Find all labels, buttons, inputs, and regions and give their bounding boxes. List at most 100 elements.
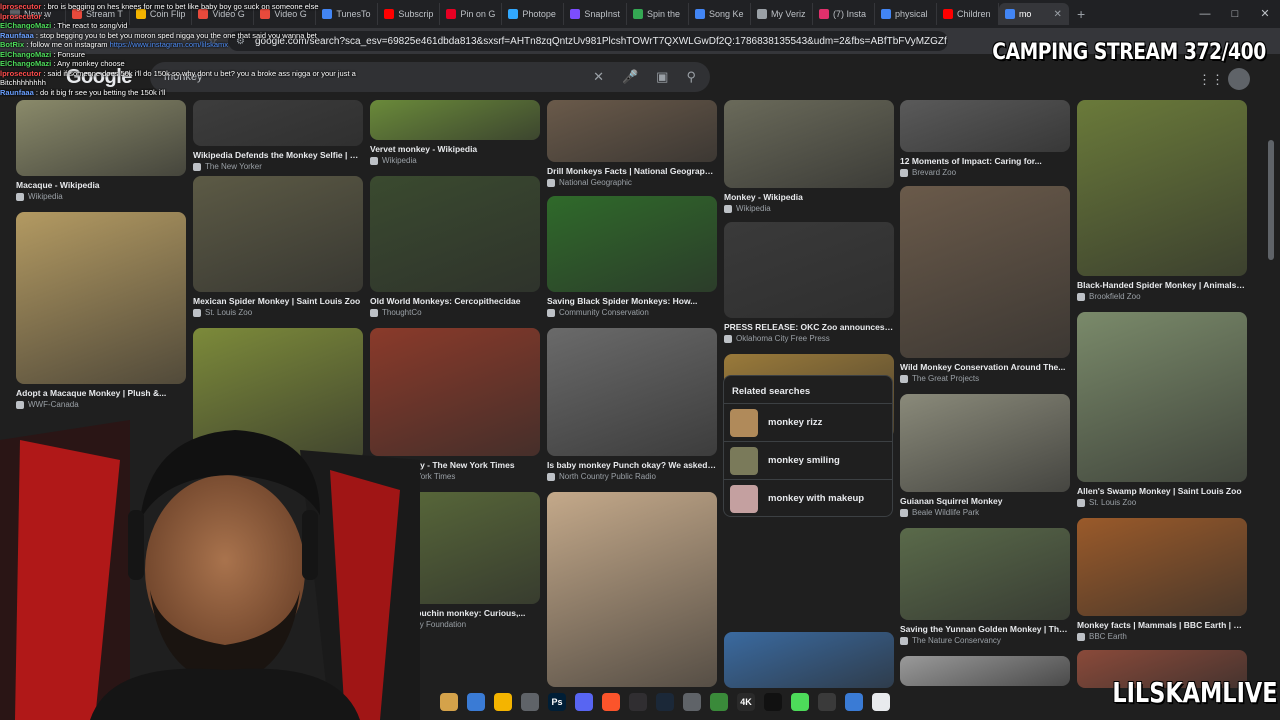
image-result[interactable] bbox=[900, 656, 1070, 686]
image-result[interactable]: Vervet monkey - Wikipedia Wikipedia bbox=[370, 100, 540, 165]
result-title[interactable]: Wild Monkey Conservation Around The... bbox=[900, 362, 1070, 372]
result-source[interactable]: Brevard Zoo bbox=[900, 168, 1070, 177]
scrollbar[interactable] bbox=[1268, 100, 1274, 690]
browser-tab[interactable]: Coin Flip bbox=[130, 3, 193, 25]
browser-tab[interactable]: Pin on G bbox=[440, 3, 503, 25]
result-thumbnail[interactable] bbox=[193, 100, 363, 146]
result-source[interactable]: ThoughtCo bbox=[370, 308, 540, 317]
result-source[interactable]: The Great Projects bbox=[900, 374, 1070, 383]
mic-icon[interactable]: 🎤 bbox=[622, 69, 638, 85]
result-title[interactable]: Vervet monkey - Wikipedia bbox=[370, 144, 540, 154]
result-source[interactable]: St. Louis Zoo bbox=[193, 308, 363, 317]
result-thumbnail[interactable] bbox=[724, 100, 894, 188]
result-title[interactable]: Guianan Squirrel Monkey bbox=[900, 496, 1070, 506]
result-thumbnail[interactable] bbox=[370, 100, 540, 140]
explorer-icon[interactable] bbox=[494, 693, 512, 711]
related-search-item[interactable]: monkey rizz bbox=[724, 403, 892, 441]
result-title[interactable]: Is baby monkey Punch okay? We asked an..… bbox=[547, 460, 717, 470]
image-result[interactable]: Wild Monkey Conservation Around The... Th… bbox=[900, 186, 1070, 383]
photoshop-icon[interactable]: Ps bbox=[548, 693, 566, 711]
result-thumbnail[interactable] bbox=[900, 394, 1070, 492]
browser-tab[interactable]: physical bbox=[875, 3, 937, 25]
result-title[interactable]: Monkey facts | Mammals | BBC Earth | BB.… bbox=[1077, 620, 1247, 630]
green-icon[interactable] bbox=[791, 693, 809, 711]
result-thumbnail[interactable] bbox=[900, 528, 1070, 620]
avatar[interactable] bbox=[1228, 68, 1250, 90]
result-title[interactable]: Drill Monkeys Facts | National Geographi… bbox=[547, 166, 717, 176]
result-thumbnail[interactable] bbox=[547, 492, 717, 687]
image-result[interactable]: Is baby monkey Punch okay? We asked an..… bbox=[547, 328, 717, 481]
result-title[interactable]: Macaque - Wikipedia bbox=[16, 180, 186, 190]
copilot-icon[interactable] bbox=[467, 693, 485, 711]
google-logo[interactable]: Google bbox=[66, 66, 132, 89]
image-result[interactable]: Allen's Swamp Monkey | Saint Louis Zoo St… bbox=[1077, 312, 1247, 507]
result-thumbnail[interactable] bbox=[16, 100, 186, 176]
result-title[interactable]: Black-Handed Spider Monkey | Animals at.… bbox=[1077, 280, 1247, 290]
close-window-icon[interactable]: ✕ bbox=[1250, 0, 1280, 28]
result-title[interactable]: 12 Moments of Impact: Caring for... bbox=[900, 156, 1070, 166]
notes-icon[interactable] bbox=[818, 693, 836, 711]
result-title[interactable]: Adopt a Macaque Monkey | Plush &... bbox=[16, 388, 186, 398]
folder-icon[interactable] bbox=[440, 693, 458, 711]
calculator-icon[interactable] bbox=[521, 693, 539, 711]
image-result[interactable]: Old World Monkeys: Cercopithecidae Though… bbox=[370, 176, 540, 317]
result-source[interactable]: Wikipedia bbox=[16, 192, 186, 201]
browser-tab[interactable]: My Veriz bbox=[751, 3, 813, 25]
doc-icon[interactable] bbox=[872, 693, 890, 711]
result-title[interactable]: Saving Black Spider Monkeys: How... bbox=[547, 296, 717, 306]
result-thumbnail[interactable] bbox=[900, 656, 1070, 686]
result-thumbnail[interactable] bbox=[370, 176, 540, 292]
search-input[interactable]: monkey ✕ 🎤 ▣ ⚲ bbox=[150, 62, 710, 92]
image-result[interactable]: Wikipedia Defends the Monkey Selfie | Th… bbox=[193, 100, 363, 171]
result-thumbnail[interactable] bbox=[547, 328, 717, 456]
chat-icon[interactable] bbox=[683, 693, 701, 711]
image-result[interactable]: Saving the Yunnan Golden Monkey | The...… bbox=[900, 528, 1070, 645]
result-source[interactable]: The Nature Conservancy bbox=[900, 636, 1070, 645]
related-search-item[interactable]: monkey with makeup bbox=[724, 479, 892, 517]
browser-tab[interactable]: mo ✕ bbox=[998, 3, 1069, 25]
result-source[interactable]: WWF-Canada bbox=[16, 400, 186, 409]
result-title[interactable]: Allen's Swamp Monkey | Saint Louis Zoo bbox=[1077, 486, 1247, 496]
browser-tab[interactable]: Subscrip bbox=[378, 3, 441, 25]
browser-tab[interactable]: Spin the bbox=[627, 3, 689, 25]
image-result[interactable]: Macaque - Wikipedia Wikipedia bbox=[16, 100, 186, 201]
capcut-icon[interactable] bbox=[764, 693, 782, 711]
result-source[interactable]: Oklahoma City Free Press bbox=[724, 334, 894, 343]
browser-tab[interactable]: Video G bbox=[192, 3, 255, 25]
4k-icon[interactable]: 4K bbox=[737, 693, 755, 711]
result-source[interactable]: Wikipedia bbox=[370, 156, 540, 165]
result-title[interactable]: Old World Monkeys: Cercopithecidae bbox=[370, 296, 540, 306]
result-thumbnail[interactable] bbox=[547, 100, 717, 162]
minimize-icon[interactable]: — bbox=[1190, 0, 1220, 28]
star-icon[interactable]: ☆ bbox=[208, 34, 218, 47]
result-thumbnail[interactable] bbox=[900, 100, 1070, 152]
result-thumbnail[interactable] bbox=[1077, 518, 1247, 616]
camera-icon[interactable]: ▣ bbox=[656, 69, 668, 85]
browser-tab[interactable]: Song Ke bbox=[689, 3, 751, 25]
tune-icon[interactable]: ⚙ bbox=[236, 36, 245, 47]
result-source[interactable]: National Geographic bbox=[547, 178, 717, 187]
result-thumbnail[interactable] bbox=[900, 186, 1070, 358]
browser-tab[interactable]: Video G bbox=[254, 3, 317, 25]
result-thumbnail[interactable] bbox=[1077, 312, 1247, 482]
app-icon[interactable] bbox=[710, 693, 728, 711]
result-source[interactable]: BBC Earth bbox=[1077, 632, 1247, 641]
image-result[interactable]: Monkey - Wikipedia Wikipedia bbox=[724, 100, 894, 213]
address-bar[interactable]: ⚙ google.com/search?sca_esv=69825e461dbd… bbox=[228, 31, 948, 51]
brave-icon[interactable] bbox=[602, 693, 620, 711]
image-result[interactable]: Adopt a Macaque Monkey | Plush &... WWF-C… bbox=[16, 212, 186, 409]
result-title[interactable]: PRESS RELEASE: OKC Zoo announces birt... bbox=[724, 322, 894, 332]
browser-tab[interactable]: Stream T bbox=[66, 3, 130, 25]
result-source[interactable]: Beale Wildlife Park bbox=[900, 508, 1070, 517]
browser-tab[interactable]: (7) Insta bbox=[813, 3, 875, 25]
image-result[interactable] bbox=[724, 632, 894, 688]
close-tab-icon[interactable]: ✕ bbox=[1054, 9, 1062, 20]
close-icon[interactable]: ✕ bbox=[593, 69, 604, 85]
result-source[interactable]: The New Yorker bbox=[193, 162, 363, 171]
app2-icon[interactable] bbox=[845, 693, 863, 711]
browser-tab[interactable]: Children bbox=[937, 3, 999, 25]
result-title[interactable]: Mexican Spider Monkey | Saint Louis Zoo bbox=[193, 296, 363, 306]
related-search-item[interactable]: monkey smiling bbox=[724, 441, 892, 479]
browser-tab[interactable]: Photope bbox=[502, 3, 565, 25]
search-icon[interactable]: ⚲ bbox=[686, 69, 696, 85]
